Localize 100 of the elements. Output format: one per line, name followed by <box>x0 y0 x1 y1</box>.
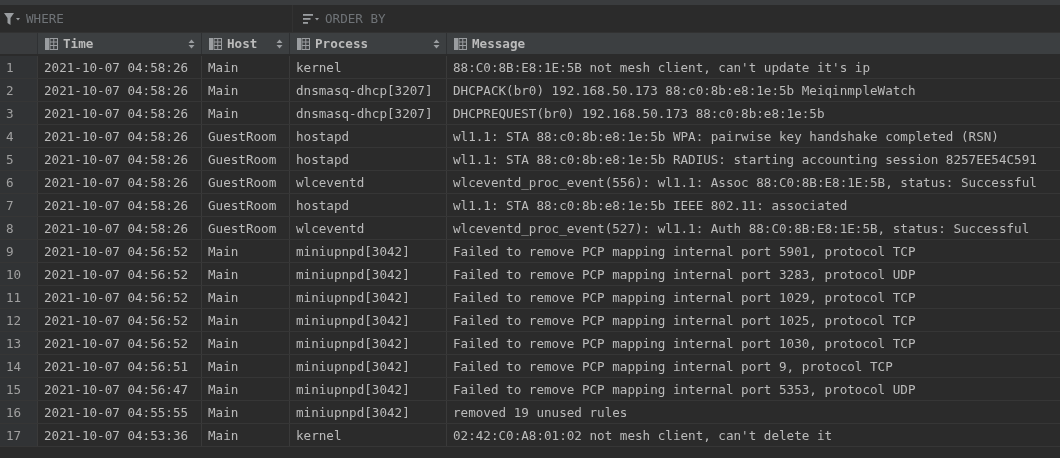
table-cell: miniupnpd[3042] <box>289 240 446 262</box>
table-cell: Main <box>201 102 289 124</box>
table-cell: 2021-10-07 04:56:52 <box>37 286 201 308</box>
column-header[interactable]: Host <box>201 33 289 54</box>
table-cell: Main <box>201 309 289 331</box>
table-cell: 2021-10-07 04:58:26 <box>37 56 201 78</box>
table-cell: Main <box>201 378 289 400</box>
column-icon <box>297 37 310 50</box>
table-cell: GuestRoom <box>201 125 289 147</box>
row-number: 14 <box>0 355 37 377</box>
table-cell: hostapd <box>289 125 446 147</box>
sort-arrows-icon[interactable] <box>188 38 195 49</box>
table-cell: GuestRoom <box>201 171 289 193</box>
column-icon <box>209 37 222 50</box>
table-cell: Failed to remove PCP mapping internal port 9, protocol TCP <box>446 355 1060 377</box>
table-cell: wlceventd <box>289 171 446 193</box>
table-cell: Main <box>201 355 289 377</box>
table-cell: removed 19 unused rules <box>446 401 1060 423</box>
table-cell: GuestRoom <box>201 148 289 170</box>
table-cell: 2021-10-07 04:55:55 <box>37 401 201 423</box>
table-cell: wl1.1: STA 88:c0:8b:e8:1e:5b WPA: pairwise key handshake completed (RSN) <box>446 125 1060 147</box>
table-cell: 2021-10-07 04:56:52 <box>37 309 201 331</box>
table-cell: Main <box>201 401 289 423</box>
table-cell: Failed to remove PCP mapping internal port 5901, protocol TCP <box>446 240 1060 262</box>
column-icon <box>454 37 467 50</box>
table-cell: Failed to remove PCP mapping internal port 1025, protocol TCP <box>446 309 1060 331</box>
table-cell: DHCPREQUEST(br0) 192.168.50.173 88:c0:8b:e8:1e:5b <box>446 102 1060 124</box>
sort-arrows-icon[interactable] <box>433 38 440 49</box>
table-cell: miniupnpd[3042] <box>289 309 446 331</box>
table-cell: Failed to remove PCP mapping internal port 3283, protocol UDP <box>446 263 1060 285</box>
table-cell: 2021-10-07 04:56:52 <box>37 240 201 262</box>
row-number: 1 <box>0 56 37 78</box>
table-cell: 2021-10-07 04:56:52 <box>37 263 201 285</box>
table-cell: 2021-10-07 04:58:26 <box>37 148 201 170</box>
table-cell: hostapd <box>289 194 446 216</box>
table-cell: miniupnpd[3042] <box>289 332 446 354</box>
table-cell: miniupnpd[3042] <box>289 263 446 285</box>
table-cell: hostapd <box>289 148 446 170</box>
table-cell: Failed to remove PCP mapping internal port 1030, protocol TCP <box>446 332 1060 354</box>
table-cell: 2021-10-07 04:58:26 <box>37 171 201 193</box>
row-number: 5 <box>0 148 37 170</box>
table-cell: 2021-10-07 04:58:26 <box>37 125 201 147</box>
table-cell: wlceventd <box>289 217 446 239</box>
table-cell: dnsmasq-dhcp[3207] <box>289 102 446 124</box>
table-cell: Main <box>201 286 289 308</box>
table-cell: 2021-10-07 04:58:26 <box>37 79 201 101</box>
table-cell: 2021-10-07 04:58:26 <box>37 217 201 239</box>
table-cell: 88:C0:8B:E8:1E:5B not mesh client, can't update it's ip <box>446 56 1060 78</box>
row-number: 9 <box>0 240 37 262</box>
row-number: 8 <box>0 217 37 239</box>
table-cell: 2021-10-07 04:53:36 <box>37 424 201 446</box>
where-field[interactable]: WHERE <box>26 11 206 26</box>
row-number: 13 <box>0 332 37 354</box>
filter-icon[interactable] <box>4 12 21 25</box>
table-cell: Main <box>201 332 289 354</box>
row-number: 16 <box>0 401 37 423</box>
table-cell: GuestRoom <box>201 194 289 216</box>
row-number: 10 <box>0 263 37 285</box>
column-header[interactable]: Process <box>289 33 446 54</box>
column-header[interactable]: Time <box>37 33 201 54</box>
table-cell: GuestRoom <box>201 217 289 239</box>
row-number: 3 <box>0 102 37 124</box>
table-cell: miniupnpd[3042] <box>289 286 446 308</box>
table-cell: Main <box>201 79 289 101</box>
table-cell: dnsmasq-dhcp[3207] <box>289 79 446 101</box>
sort-icon[interactable] <box>303 12 320 25</box>
table-cell: Main <box>201 263 289 285</box>
row-number: 2 <box>0 79 37 101</box>
row-number: 12 <box>0 309 37 331</box>
table-cell: DHCPACK(br0) 192.168.50.173 88:c0:8b:e8:1e:5b MeiqinmpleWatch <box>446 79 1060 101</box>
column-header[interactable]: Message <box>446 33 1060 54</box>
row-number: 15 <box>0 378 37 400</box>
row-number: 4 <box>0 125 37 147</box>
row-number: 6 <box>0 171 37 193</box>
table-cell: 2021-10-07 04:56:47 <box>37 378 201 400</box>
table-cell: wlceventd_proc_event(527): wl1.1: Auth 88:C0:8B:E8:1E:5B, status: Successful <box>446 217 1060 239</box>
order-by-field[interactable]: ORDER BY <box>325 11 505 26</box>
table-cell: miniupnpd[3042] <box>289 378 446 400</box>
table-cell: 2021-10-07 04:58:26 <box>37 194 201 216</box>
table-cell: wlceventd_proc_event(556): wl1.1: Assoc 88:C0:8B:E8:1E:5B, status: Successful <box>446 171 1060 193</box>
table-cell: kernel <box>289 424 446 446</box>
row-number: 17 <box>0 424 37 446</box>
table-cell: Main <box>201 56 289 78</box>
table-cell: miniupnpd[3042] <box>289 401 446 423</box>
table-cell: Failed to remove PCP mapping internal port 5353, protocol UDP <box>446 378 1060 400</box>
table-cell: wl1.1: STA 88:c0:8b:e8:1e:5b RADIUS: starting accounting session 8257EE54C591 <box>446 148 1060 170</box>
row-number: 11 <box>0 286 37 308</box>
table-cell: wl1.1: STA 88:c0:8b:e8:1e:5b IEEE 802.11: associated <box>446 194 1060 216</box>
table-cell: Failed to remove PCP mapping internal port 1029, protocol TCP <box>446 286 1060 308</box>
column-icon <box>45 37 58 50</box>
sort-arrows-icon[interactable] <box>276 38 283 49</box>
table-cell: kernel <box>289 56 446 78</box>
table-cell: miniupnpd[3042] <box>289 355 446 377</box>
table-cell: 2021-10-07 04:58:26 <box>37 102 201 124</box>
table-cell: 2021-10-07 04:56:51 <box>37 355 201 377</box>
table-cell: Main <box>201 240 289 262</box>
row-number: 7 <box>0 194 37 216</box>
table-cell: 02:42:C0:A8:01:02 not mesh client, can't delete it <box>446 424 1060 446</box>
table-cell: 2021-10-07 04:56:52 <box>37 332 201 354</box>
table-cell: Main <box>201 424 289 446</box>
